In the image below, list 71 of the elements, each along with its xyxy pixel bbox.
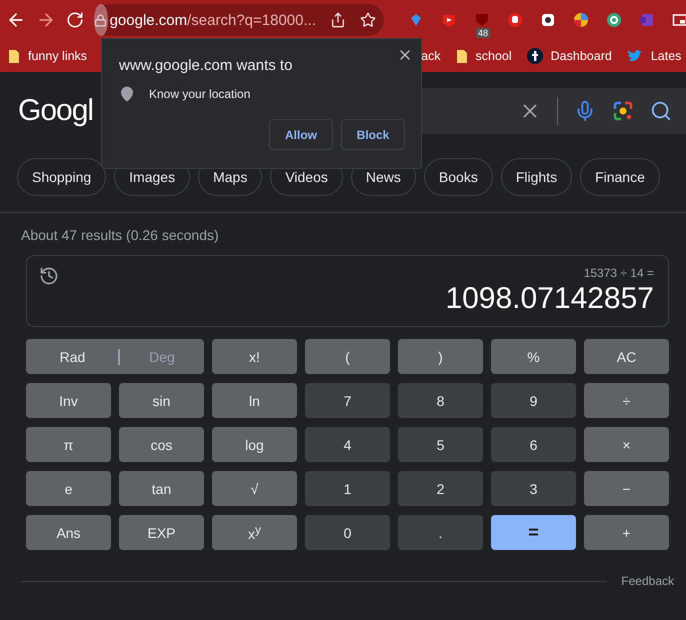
url-host: google.com [110,12,188,28]
filter-chip[interactable]: Books [424,158,493,196]
reload-icon[interactable] [66,11,84,29]
url-path: /search?q=18000... [187,12,316,28]
calculation-expression: 15373 ÷ 14 = [584,266,654,280]
function-key[interactable]: ln [212,383,297,418]
count-badge: 48 [476,28,490,38]
popup-title: www.google.com wants to [119,57,294,74]
function-key[interactable]: − [584,471,669,506]
function-key[interactable]: Ans [26,515,111,550]
function-key[interactable]: AC [584,339,669,374]
digit-key[interactable]: 0 [305,515,390,550]
digit-key[interactable]: 1 [305,471,390,506]
digit-key[interactable]: . [398,515,483,550]
wheel-icon[interactable] [573,12,589,28]
bookmark-label[interactable]: funny links [28,49,88,63]
bird-icon [626,49,643,63]
function-key[interactable]: Inv [26,383,111,418]
function-key[interactable]: tan [119,471,204,506]
search-icon[interactable] [650,100,672,122]
play-icon[interactable] [441,12,457,28]
function-key[interactable]: x$^{y}$ [212,515,297,550]
function-key[interactable]: e [26,471,111,506]
bookmark-icon [8,48,20,64]
digit-key[interactable]: 5 [398,427,483,462]
function-key[interactable]: ÷ [584,383,669,418]
function-key[interactable]: cos [119,427,204,462]
camera-icon[interactable] [540,12,556,28]
filter-chip[interactable]: Finance [580,158,660,196]
digit-key[interactable]: 4 [305,427,390,462]
permission-request: Know your location [149,87,250,101]
angle-mode-option[interactable]: Rad [26,339,119,374]
function-key[interactable]: × [584,427,669,462]
bookmark-label[interactable]: Dashboard [550,49,612,63]
bookmark-label[interactable]: school [476,49,512,63]
feedback-link[interactable]: Feedback [621,574,674,588]
bookmark-label[interactable]: Lates [650,49,682,63]
digit-key[interactable]: 2 [398,471,483,506]
star-icon[interactable] [360,12,376,28]
digit-key[interactable]: 6 [491,427,576,462]
digit-key[interactable]: 9 [491,383,576,418]
camera-lens-icon[interactable] [612,100,634,122]
digit-key[interactable]: 8 [398,383,483,418]
result-stats: About 47 results (0.26 seconds) [20,226,220,245]
function-key[interactable]: x! [212,339,297,374]
history-icon[interactable] [39,266,59,286]
calculation-result: 1098.07142857 [445,282,654,316]
equals-key[interactable]: = [491,515,576,550]
function-key[interactable]: ( [305,339,390,374]
popup-button[interactable]: Allow [269,119,333,150]
location-pin-icon [119,86,135,102]
address-bar[interactable]: google.com/search?q=18000... [94,4,384,36]
function-key[interactable]: + [584,515,669,550]
digit-key[interactable]: 7 [305,383,390,418]
function-key[interactable]: ) [398,339,483,374]
function-key[interactable]: EXP [119,515,204,550]
function-key[interactable]: log [212,427,297,462]
digit-key[interactable]: 3 [491,471,576,506]
function-key[interactable]: √ [212,471,297,506]
function-key[interactable]: sin [119,383,204,418]
bookmark-icon [456,48,468,64]
popup-button[interactable]: Block [341,119,405,150]
share-icon[interactable] [330,12,346,28]
pip-icon[interactable] [672,12,686,28]
bookmark-label[interactable]: ack [421,49,441,63]
function-key[interactable]: % [491,339,576,374]
function-key[interactable]: π [26,427,111,462]
filter-chip[interactable]: Flights [500,158,572,196]
filter-chip[interactable]: Shopping [17,158,106,196]
tumblr-icon [526,48,543,64]
lock-icon[interactable] [94,4,108,36]
